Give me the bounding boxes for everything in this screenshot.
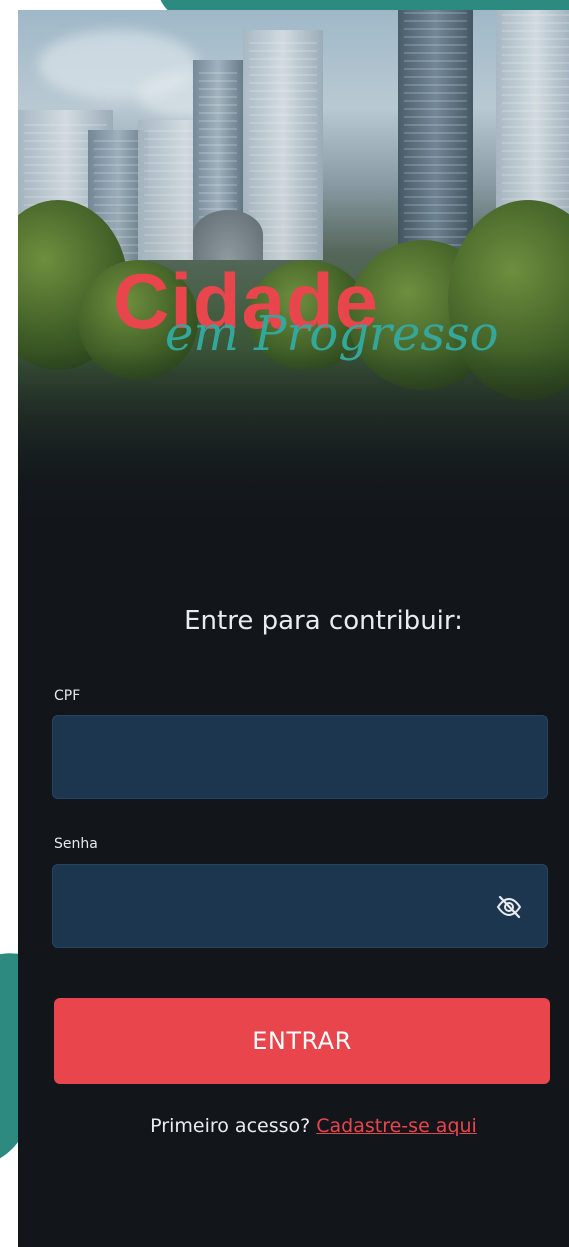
login-heading: Entre para contribuir: — [184, 606, 463, 636]
app-screen: Cidade em Progresso Entre para contribui… — [18, 10, 569, 1247]
password-label: Senha — [54, 836, 98, 852]
cpf-label: CPF — [54, 688, 81, 704]
logo-subtitle: em Progresso — [165, 306, 499, 362]
password-input[interactable] — [52, 864, 548, 948]
login-button[interactable]: ENTRAR — [54, 998, 550, 1084]
hero-cityscape-image: Cidade em Progresso — [18, 10, 569, 550]
first-access-text: Primeiro acesso? — [150, 1115, 311, 1137]
screen: Cidade em Progresso Entre para contribui… — [0, 0, 569, 1247]
building — [398, 10, 473, 270]
dome-building — [193, 210, 263, 260]
cpf-input[interactable] — [52, 715, 548, 799]
signup-link[interactable]: Cadastre-se aqui — [316, 1115, 477, 1137]
app-logo: Cidade em Progresso — [113, 262, 553, 392]
first-access-row: Primeiro acesso? Cadastre-se aqui — [18, 1115, 569, 1137]
eye-off-icon[interactable] — [494, 892, 524, 922]
